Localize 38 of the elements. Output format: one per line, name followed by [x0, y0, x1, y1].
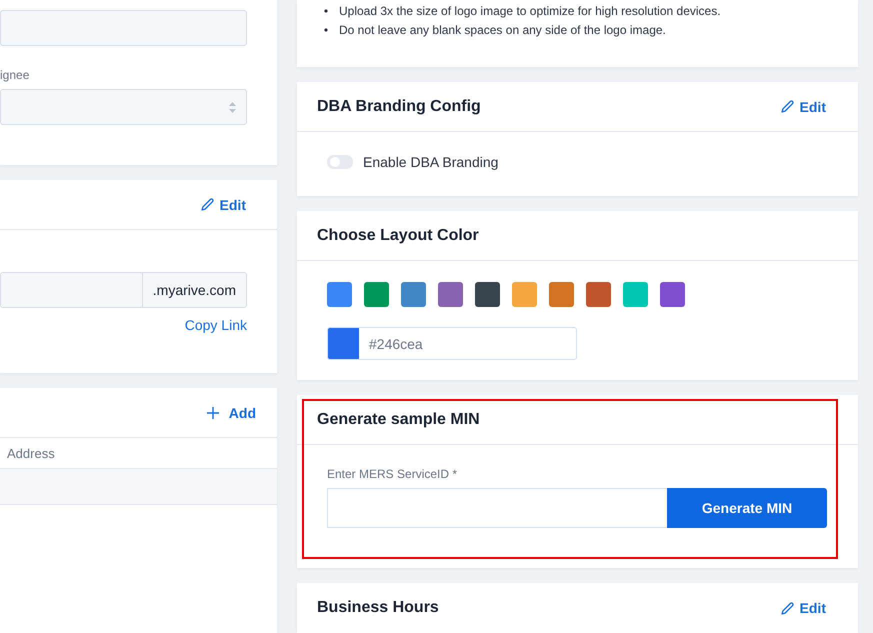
pencil-icon	[780, 100, 794, 113]
card-title: Business Hours	[317, 599, 439, 617]
toggle-switch[interactable]	[327, 155, 353, 169]
color-swatch[interactable]	[438, 282, 463, 307]
card-title: Choose Layout Color	[317, 226, 479, 244]
color-field[interactable]: #246cea	[327, 327, 577, 360]
edit-button[interactable]: Edit	[200, 196, 246, 212]
bullet-mark: •	[322, 22, 330, 39]
color-swatch[interactable]	[364, 282, 389, 307]
color-swatch[interactable]	[586, 282, 611, 307]
generate-button[interactable]: Generate MIN	[667, 488, 827, 528]
color-swatch[interactable]	[623, 282, 648, 307]
bullet-mark: •	[322, 3, 330, 20]
subdomain-field[interactable]: .myarive.com	[0, 272, 247, 308]
color-swatch[interactable]	[512, 282, 537, 307]
field-label: Enter MERS ServiceID *	[327, 467, 458, 481]
color-swatch[interactable]	[660, 282, 685, 307]
input-field[interactable]	[327, 488, 667, 528]
pencil-icon	[780, 602, 794, 614]
edit-button[interactable]: Edit	[780, 98, 826, 114]
pencil-icon	[200, 198, 214, 211]
plus-icon	[206, 406, 219, 418]
color-swatch[interactable]	[327, 282, 352, 307]
toggle-label: Enable DBA Branding	[363, 154, 498, 170]
sort-icon	[229, 102, 236, 112]
bullet-text: Upload 3x the size of logo image to optimize for high resolution devices.	[339, 3, 721, 20]
input-field[interactable]	[0, 10, 247, 46]
color-swatch[interactable]	[475, 282, 500, 307]
edit-button[interactable]: Edit	[780, 600, 826, 616]
color-swatch[interactable]	[401, 282, 426, 307]
copy-link[interactable]: Copy Link	[0, 317, 247, 333]
assignee-select[interactable]	[0, 89, 247, 125]
card-title: DBA Branding Config	[317, 98, 481, 116]
field-label: ignee	[0, 68, 30, 82]
add-button[interactable]: Add	[206, 404, 256, 420]
bullet-text: Do not leave any blank spaces on any side of the logo image.	[339, 22, 666, 39]
color-swatch[interactable]	[549, 282, 574, 307]
card-title: Generate sample MIN	[317, 410, 480, 428]
